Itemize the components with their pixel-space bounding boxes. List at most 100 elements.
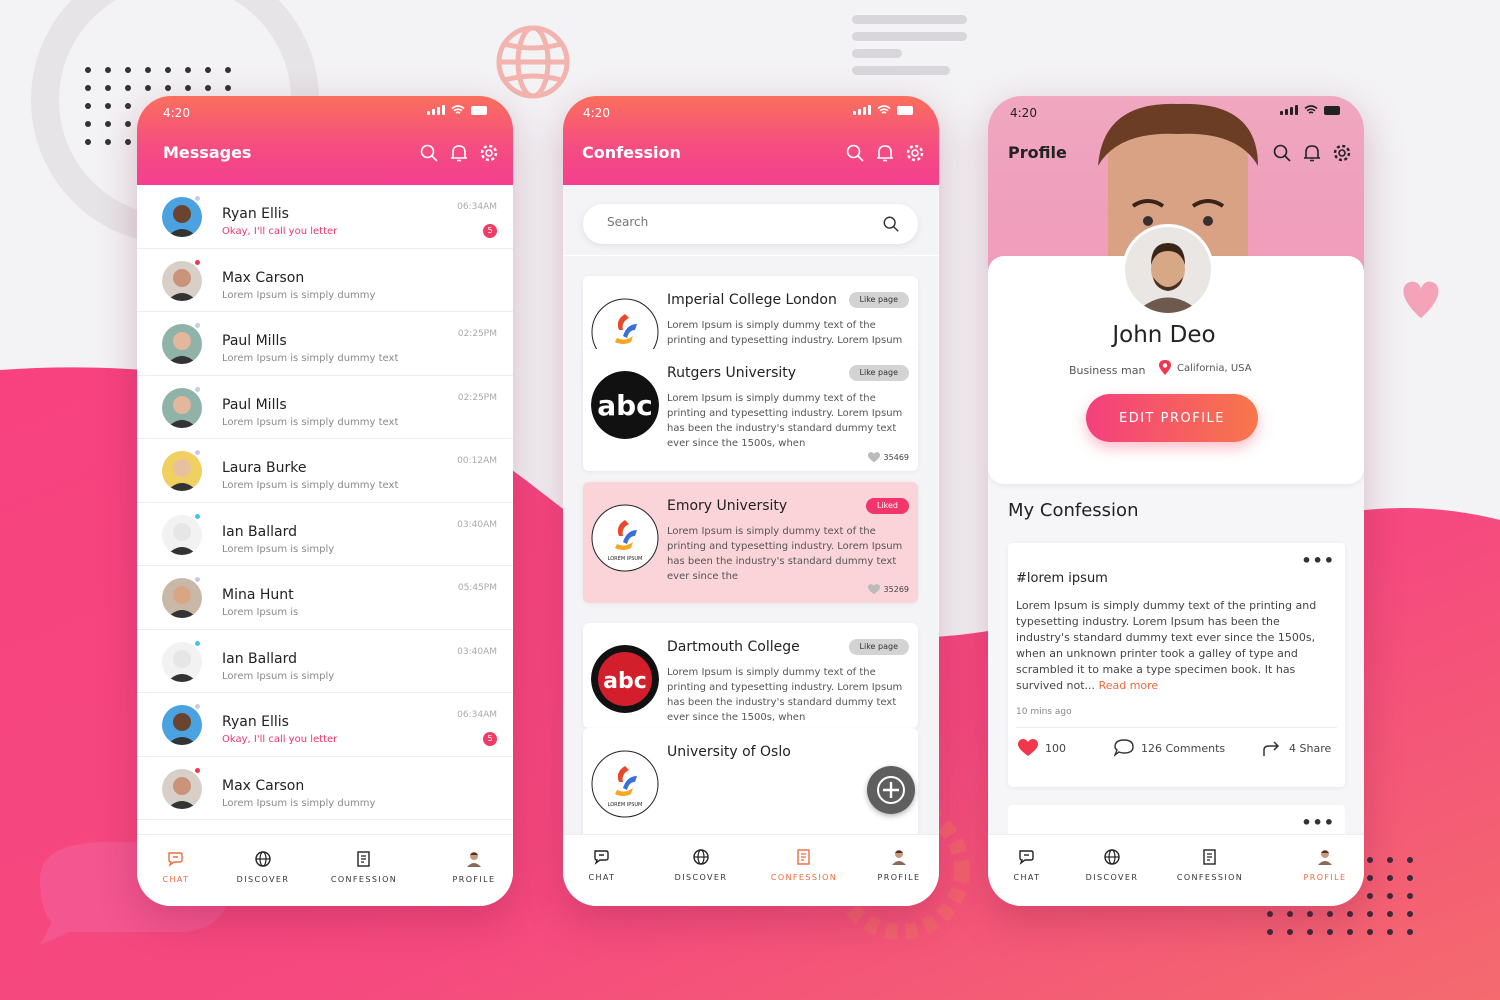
page-name: Rutgers University [667,365,797,381]
search-input[interactable] [607,215,867,229]
svg-text:LOREM IPSUM: LOREM IPSUM [608,802,643,808]
nav-confession[interactable]: CONFESSION [327,849,401,884]
bell-icon[interactable] [875,143,895,163]
edit-profile-button[interactable]: EDIT PROFILE [1086,394,1258,442]
status-bar: 4:20 [563,96,939,130]
like-button[interactable]: 100 [1018,739,1066,757]
read-more-link[interactable]: Read more [1099,679,1159,692]
more-options-icon[interactable]: ••• [1301,813,1335,832]
gear-icon[interactable] [905,143,925,163]
page-name: Imperial College London [667,292,837,308]
abc-logo-red: abc [591,645,659,713]
page-name: Dartmouth College [667,639,800,655]
confession-card[interactable]: LOREM IPSUM Emory University Liked Lorem Ip… [583,482,918,603]
nav-profile-label: PROFILE [877,873,921,882]
like-count: 35469 [883,453,909,462]
bell-icon[interactable] [1302,143,1322,163]
nav-profile[interactable]: PROFILE [874,847,924,882]
conversation-row[interactable]: Ryan Ellis Okay, I'll call you letter 06:3… [137,693,513,757]
divider [1016,727,1337,728]
nav-chat[interactable]: CHAT [585,847,619,882]
conversation-row[interactable]: Max Carson Lorem Ipsum is simply dummy [137,757,513,820]
share-button[interactable]: 4 Share [1262,739,1331,757]
avatar [162,705,202,745]
conversation-row[interactable]: Max Carson Lorem Ipsum is simply dummy [137,249,513,312]
avatar [162,260,202,301]
search-bar[interactable] [583,204,918,244]
conversation-row[interactable]: Ian Ballard Lorem Ipsum is simply 03:40AM [137,630,513,693]
messages-phone: 4:20 Messages Ryan Ellis Okay, I'll call … [137,96,513,906]
nav-profile[interactable]: PROFILE [449,849,499,884]
profile-location-text: California, USA [1177,362,1252,374]
nav-profile-label: PROFILE [452,875,496,884]
message-time: 02:25PM [457,392,497,403]
status-time: 4:20 [163,106,190,120]
gear-icon[interactable] [1332,143,1352,163]
confession-header: 4:20 Confession [563,96,939,185]
message-time: 06:34AM [457,710,497,720]
like-page-button[interactable]: Like page [848,365,909,381]
nav-discover[interactable]: DISCOVER [1082,847,1142,882]
conversation-row[interactable]: Laura Burke Lorem Ipsum is simply dummy t… [137,439,513,503]
confession-card[interactable]: abc Dartmouth College Like page Lorem Ipsum… [583,623,918,728]
add-confession-button[interactable] [867,766,915,814]
page-name: Emory University [667,498,788,514]
page-title: Profile [1008,143,1067,162]
confession-card[interactable]: abc Rutgers University Like page Lorem Ipsu… [583,349,918,471]
globe-icon [693,849,709,865]
more-options-icon[interactable]: ••• [1301,551,1335,570]
avatar [162,451,202,491]
nav-confession[interactable]: CONFESSION [1173,847,1247,882]
status-dot [194,449,201,456]
message-preview: Lorem Ipsum is simply dummy text [222,416,399,428]
status-dot [194,766,201,774]
nav-chat[interactable]: CHAT [1010,847,1044,882]
search-icon[interactable] [845,143,865,163]
profile-phone: Profile 4:20 John Deo Business man Calif… [988,96,1364,906]
like-page-button[interactable]: Liked [865,498,909,514]
conversation-row[interactable]: Ryan Ellis Okay, I'll call you letter 06:3… [137,185,513,249]
bell-icon[interactable] [449,143,469,163]
avatar [162,578,202,618]
nav-discover[interactable]: DISCOVER [671,847,731,882]
like-page-button[interactable]: Like page [848,639,909,655]
conversation-list: Ryan Ellis Okay, I'll call you letter 06:3… [137,185,513,833]
signal-icon [427,105,445,115]
message-preview: Lorem Ipsum is simply dummy text [222,480,399,491]
search-icon[interactable] [1272,143,1292,163]
nav-chat-label: CHAT [162,875,190,884]
bottom-nav: CHAT DISCOVER CONFESSION PROFILE [137,834,513,906]
page-description: Lorem Ipsum is simply dummy text of the … [667,526,903,582]
message-time: 02:25PM [457,329,497,339]
message-preview: Lorem Ipsum is [222,607,299,618]
nav-chat[interactable]: CHAT [159,849,193,884]
avatar [162,387,202,428]
post-text: Lorem Ipsum is simply dummy text of the … [1016,599,1317,692]
conversation-row[interactable]: Paul Mills Lorem Ipsum is simply dummy te… [137,312,513,376]
search-icon[interactable] [419,143,439,163]
status-dot [194,576,201,583]
message-preview: Okay, I'll call you letter [222,226,338,237]
page-description: Lorem Ipsum is simply dummy text of the … [667,393,903,449]
comments-button[interactable]: 126 Comments [1114,739,1225,757]
message-time: 06:34AM [457,202,497,212]
like-page-button[interactable]: Like page [848,292,909,308]
nav-confession[interactable]: CONFESSION [767,847,841,882]
nav-discover[interactable]: DISCOVER [233,849,293,884]
conversation-row[interactable]: Paul Mills Lorem Ipsum is simply dummy te… [137,376,513,439]
comment-count: 126 Comments [1141,741,1226,755]
wifi-icon [1304,105,1318,114]
nav-confession-label: CONFESSION [770,873,838,882]
status-bar: 4:20 [988,96,1364,130]
contact-name: Paul Mills [222,396,287,413]
confession-list: LOREM IPSUM Imperial College London Like p… [563,256,939,834]
like-count: 35269 [883,585,909,594]
conversation-row[interactable]: Mina Hunt Lorem Ipsum is 05:45PM [137,566,513,630]
nav-profile[interactable]: PROFILE [1300,847,1350,882]
profile-occupation: Business man [1069,364,1146,377]
contact-name: Ryan Ellis [222,714,289,730]
status-dot [194,385,201,393]
gear-icon[interactable] [479,143,499,163]
conversation-row[interactable]: Ian Ballard Lorem Ipsum is simply 03:40AM [137,503,513,566]
search-icon[interactable] [882,215,900,233]
